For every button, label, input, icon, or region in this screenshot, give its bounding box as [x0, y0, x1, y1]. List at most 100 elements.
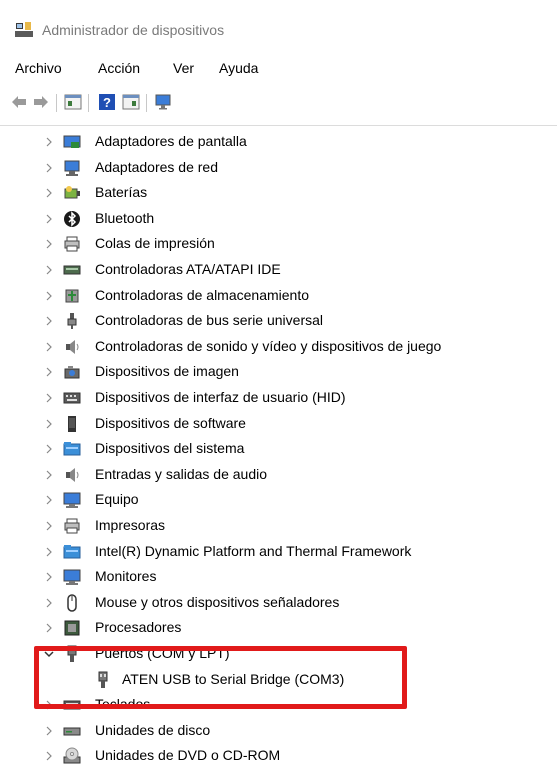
chevron-right-icon[interactable] [44, 519, 54, 533]
chevron-right-icon[interactable] [44, 186, 54, 200]
usb-icon [63, 312, 83, 330]
menu-accion[interactable]: Acción [98, 60, 140, 76]
network-adapter-icon [63, 159, 83, 177]
chevron-right-icon[interactable] [44, 749, 54, 763]
chevron-down-icon[interactable] [44, 647, 54, 661]
chevron-right-icon[interactable] [44, 621, 54, 635]
printer-icon [63, 517, 83, 535]
tree-item-label: Controladoras de sonido y vídeo y dispos… [95, 337, 442, 354]
chevron-right-icon[interactable] [44, 314, 54, 328]
chevron-right-icon[interactable] [44, 698, 54, 712]
help-icon[interactable]: ? [98, 93, 116, 111]
tree-category-item[interactable]: Baterías [0, 181, 540, 205]
tree-category-item[interactable]: Monitores [0, 565, 540, 589]
tree-item-label: Dispositivos del sistema [95, 440, 245, 457]
chevron-right-icon[interactable] [44, 442, 54, 456]
tree-category-item[interactable]: Teclados [0, 693, 540, 717]
hid-icon [63, 389, 83, 407]
speaker-icon [63, 466, 83, 484]
chevron-right-icon[interactable] [44, 135, 54, 149]
tree-category-item[interactable]: Unidades de disco [0, 719, 540, 743]
camera-icon [63, 363, 83, 381]
tree-category-item[interactable]: Mouse y otros dispositivos señaladores [0, 591, 540, 615]
menu-ver[interactable]: Ver [173, 60, 194, 76]
menu-archivo[interactable]: Archivo [15, 60, 62, 76]
chevron-right-icon[interactable] [44, 724, 54, 738]
tree-item-label: Dispositivos de interfaz de usuario (HID… [95, 389, 346, 405]
tree-item-label: Entradas y salidas de audio [95, 465, 267, 482]
tree-item-label: Teclados [95, 696, 151, 713]
display-adapter-icon [63, 133, 83, 151]
chevron-right-icon[interactable] [44, 545, 54, 559]
chevron-right-icon[interactable] [44, 365, 54, 379]
tree-item-label: Controladoras de bus serie universal [95, 312, 324, 329]
tree-item-label: Unidades de DVD o CD-ROM [95, 747, 281, 764]
tree-category-item[interactable]: Entradas y salidas de audio [0, 463, 540, 487]
chevron-right-icon[interactable] [44, 263, 54, 277]
toolbar: ? [0, 86, 557, 116]
processor-icon [63, 619, 83, 637]
tree-category-item[interactable]: Puertos (COM y LPT) [0, 642, 540, 666]
chevron-right-icon[interactable] [44, 212, 54, 226]
toolbar-separator [88, 94, 89, 112]
tree-category-item[interactable]: Unidades de DVD o CD-ROM [0, 744, 540, 768]
back-arrow-icon[interactable] [10, 93, 28, 111]
monitor-scan-icon[interactable] [154, 93, 172, 111]
tree-item-label: Adaptadores de pantalla [95, 133, 247, 149]
keyboard-icon [63, 696, 83, 714]
tree-category-item[interactable]: Controladoras de sonido y vídeo y dispos… [0, 335, 540, 359]
tree-item-label: Unidades de disco [95, 721, 211, 738]
tree-item-label: Bluetooth [95, 209, 155, 226]
chevron-right-icon[interactable] [44, 237, 54, 251]
chevron-right-icon[interactable] [44, 596, 54, 610]
speaker-icon [63, 338, 83, 356]
tree-category-item[interactable]: Adaptadores de pantalla [0, 130, 540, 154]
system-folder-icon [63, 440, 83, 458]
tree-item-label: Baterías [95, 184, 148, 201]
tree-category-item[interactable]: Controladoras de bus serie universal [0, 309, 540, 333]
tree-child-item[interactable]: ATEN USB to Serial Bridge (COM3) [0, 668, 540, 692]
toolbar-divider [0, 125, 557, 126]
tree-category-item[interactable]: Dispositivos de imagen [0, 360, 540, 384]
tree-category-item[interactable]: Adaptadores de red [0, 156, 540, 180]
tree-item-label: ATEN USB to Serial Bridge (COM3) [122, 670, 345, 687]
tree-item-label: Dispositivos de imagen [95, 363, 239, 380]
chevron-right-icon[interactable] [44, 493, 54, 507]
chevron-right-icon[interactable] [44, 417, 54, 431]
properties-icon[interactable] [64, 93, 82, 111]
tree-category-item[interactable]: Dispositivos de software [0, 412, 540, 436]
chevron-right-icon[interactable] [44, 391, 54, 405]
port-icon [94, 671, 114, 689]
tree-category-item[interactable]: Intel(R) Dynamic Platform and Thermal Fr… [0, 540, 540, 564]
tree-item-label: Procesadores [95, 619, 182, 636]
tree-category-item[interactable]: Dispositivos del sistema [0, 437, 540, 461]
tree-category-item[interactable]: Controladoras de almacenamiento [0, 284, 540, 308]
tree-category-item[interactable]: Procesadores [0, 616, 540, 640]
menu-ayuda[interactable]: Ayuda [219, 60, 258, 76]
computer-icon [63, 491, 83, 509]
tree-category-item[interactable]: Colas de impresión [0, 232, 540, 256]
tree-category-item[interactable]: Impresoras [0, 514, 540, 538]
tree-category-item[interactable]: Controladoras ATA/ATAPI IDE [0, 258, 540, 282]
tree-item-label: Intel(R) Dynamic Platform and Thermal Fr… [95, 542, 412, 559]
tree-category-item[interactable]: Equipo [0, 488, 540, 512]
mouse-icon [63, 594, 83, 612]
disk-drive-icon [63, 722, 83, 740]
tree-category-item[interactable]: Bluetooth [0, 207, 540, 231]
tree-category-item[interactable]: Dispositivos de interfaz de usuario (HID… [0, 386, 540, 410]
tree-item-label: Controladoras ATA/ATAPI IDE [95, 261, 281, 277]
toolbar-separator [56, 94, 57, 112]
chevron-right-icon[interactable] [44, 468, 54, 482]
chevron-right-icon[interactable] [44, 340, 54, 354]
monitor-icon [63, 568, 83, 586]
dvd-drive-icon [63, 747, 83, 765]
chevron-right-icon[interactable] [44, 570, 54, 584]
title-bar: Administrador de dispositivos [0, 0, 557, 50]
chevron-right-icon[interactable] [44, 289, 54, 303]
svg-text:?: ? [103, 95, 111, 110]
tree-item-label: Adaptadores de red [95, 158, 218, 175]
update-driver-icon[interactable] [122, 93, 140, 111]
forward-arrow-icon[interactable] [32, 93, 50, 111]
chevron-right-icon[interactable] [44, 161, 54, 175]
tree-item-label: Dispositivos de software [95, 414, 246, 431]
